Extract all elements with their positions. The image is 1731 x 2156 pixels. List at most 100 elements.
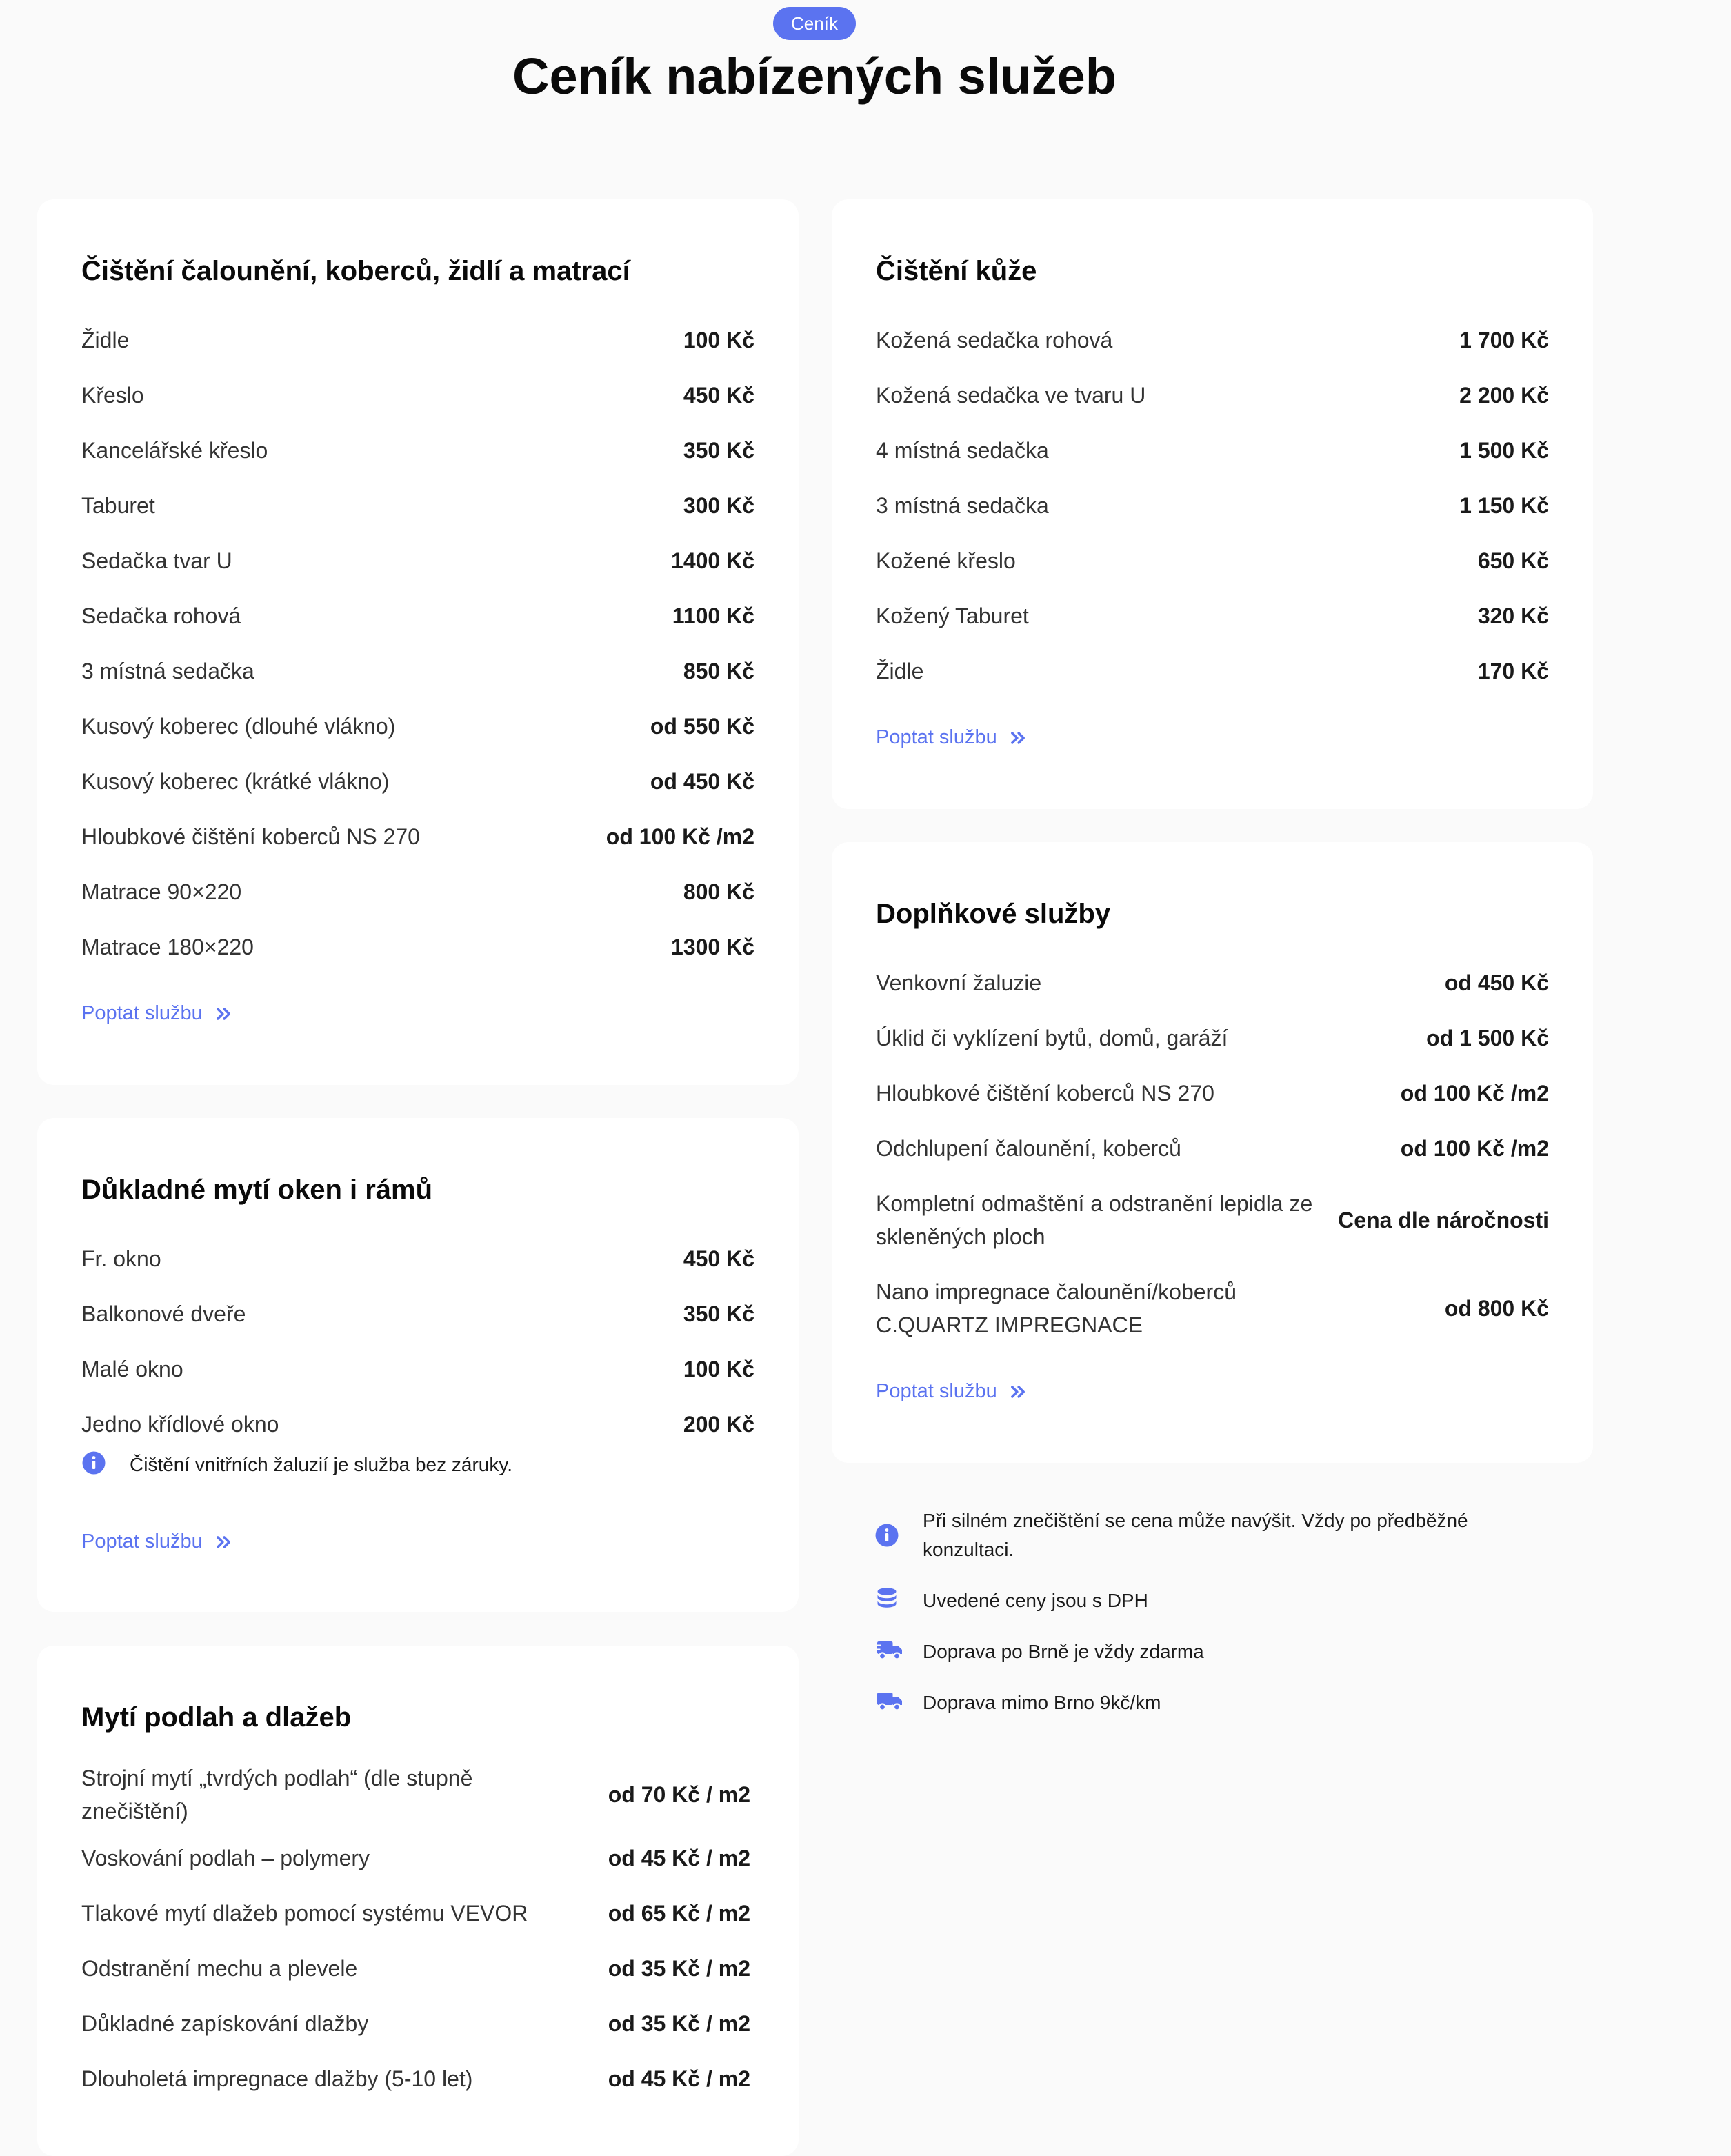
service-name: Kusový koberec (krátké vlákno) xyxy=(81,769,390,794)
service-price: 850 Kč xyxy=(683,658,754,683)
request-service-link[interactable]: Poptat službu xyxy=(876,726,1028,749)
service-name: Balkonové dveře xyxy=(81,1301,246,1326)
truck-fast-icon xyxy=(875,1641,902,1660)
price-row: Tlakové mytí dlažeb pomocí systému VEVOR… xyxy=(81,1886,750,1941)
info-note-text: Uvedené ceny jsou s DPH xyxy=(923,1590,1148,1611)
price-row: Kožený Taburet 320 Kč xyxy=(876,588,1549,643)
price-row: 3 místná sedačka 850 Kč xyxy=(81,643,754,699)
card-title: Mytí podlah a dlažeb xyxy=(81,1702,352,1733)
price-row: Matrace 90×220 800 Kč xyxy=(81,864,754,919)
service-price: 350 Kč xyxy=(683,1301,754,1326)
request-service-link[interactable]: Poptat službu xyxy=(81,1002,233,1025)
service-name: Židle xyxy=(876,659,924,683)
service-name: 3 místná sedačka xyxy=(81,659,254,683)
service-price: 1 500 Kč xyxy=(1459,437,1549,463)
price-row: 3 místná sedačka 1 150 Kč xyxy=(876,478,1549,533)
card-upholstery: Čištění čalounění, koberců, židlí a matr… xyxy=(37,199,799,1085)
info-note-text: Doprava po Brně je vždy zdarma xyxy=(923,1641,1204,1662)
cta-label: Poptat službu xyxy=(876,1380,997,1402)
info-note-price: Při silném znečištění se cena může navýš… xyxy=(874,1506,1495,1564)
service-price: 1 150 Kč xyxy=(1459,492,1549,518)
service-name: 3 místná sedačka xyxy=(876,493,1049,518)
price-row: Balkonové dveře 350 Kč xyxy=(81,1286,754,1341)
service-price: 1300 Kč xyxy=(671,934,754,959)
service-name: Taburet xyxy=(81,493,155,518)
note-text: Čištění vnitřních žaluzií je služba bez … xyxy=(130,1454,513,1475)
card-extras: Doplňkové služby Venkovní žaluzie od 450 … xyxy=(832,842,1593,1463)
price-row: Jedno křídlové okno 200 Kč xyxy=(81,1397,754,1452)
service-price: Cena dle náročnosti xyxy=(1338,1207,1549,1232)
service-price: od 450 Kč xyxy=(650,768,754,794)
price-row: Úklid či vyklízení bytů, domů, garáží od … xyxy=(876,1010,1549,1066)
service-name: Sedačka tvar U xyxy=(81,548,232,573)
price-row: Kancelářské křeslo 350 Kč xyxy=(81,423,754,478)
info-note-vat: Uvedené ceny jsou s DPH xyxy=(874,1586,1148,1615)
service-price: od 100 Kč /m2 xyxy=(1400,1135,1549,1161)
price-row: Malé okno 100 Kč xyxy=(81,1341,754,1397)
price-row: Taburet 300 Kč xyxy=(81,478,754,533)
card-title: Důkladné mytí oken i rámů xyxy=(81,1175,433,1205)
card-windows: Důkladné mytí oken i rámů Fr. okno 450 Kč… xyxy=(37,1118,799,1612)
card-leather: Čištění kůže Kožená sedačka rohová 1 700 … xyxy=(832,199,1593,809)
service-price: 2 200 Kč xyxy=(1459,382,1549,408)
service-name: Úklid či vyklízení bytů, domů, garáží xyxy=(876,1026,1228,1050)
request-service-link[interactable]: Poptat službu xyxy=(876,1380,1028,1403)
service-price: od 45 Kč / m2 xyxy=(608,2066,750,2091)
service-name: Tlakové mytí dlažeb pomocí systému VEVOR xyxy=(81,1901,528,1926)
info-note-transport-outside: Doprava mimo Brno 9kč/km xyxy=(874,1688,1161,1717)
service-price: 1100 Kč xyxy=(672,603,754,628)
price-row: Důkladné zapískování dlažby od 35 Kč / m2 xyxy=(81,1996,750,2051)
section-badge: Ceník xyxy=(773,7,856,40)
card-title: Čištění čalounění, koberců, židlí a matr… xyxy=(81,256,630,286)
info-note-transport-brno: Doprava po Brně je vždy zdarma xyxy=(874,1637,1204,1666)
service-name: Strojní mytí „tvrdých podlah“ (dle stupn… xyxy=(81,1766,473,1824)
service-price: od 800 Kč xyxy=(1444,1295,1549,1321)
double-chevron-right-icon xyxy=(216,1007,230,1020)
service-name: Nano impregnace čalounění/koberců C.QUAR… xyxy=(876,1279,1237,1337)
service-price: 450 Kč xyxy=(683,1246,754,1271)
double-chevron-right-icon xyxy=(216,1535,230,1548)
info-note-text: Při silném znečištění se cena může navýš… xyxy=(923,1510,1468,1560)
info-note-text: Doprava mimo Brno 9kč/km xyxy=(923,1692,1161,1713)
service-name: Kusový koberec (dlouhé vlákno) xyxy=(81,714,396,739)
service-price: 320 Kč xyxy=(1477,603,1549,628)
card-title: Čištění kůže xyxy=(876,256,1037,286)
service-name: Kožený Taburet xyxy=(876,603,1029,628)
service-name: Židle xyxy=(81,328,130,352)
service-name: Odchlupení čalounění, koberců xyxy=(876,1136,1181,1161)
price-row: 4 místná sedačka 1 500 Kč xyxy=(876,423,1549,478)
request-service-link[interactable]: Poptat službu xyxy=(81,1530,233,1553)
window-note: Čištění vnitřních žaluzií je služba bez … xyxy=(81,1450,512,1479)
price-row: Venkovní žaluzie od 450 Kč xyxy=(876,955,1549,1010)
service-price: 200 Kč xyxy=(683,1411,754,1437)
price-row: Kompletní odmaštění a odstranění lepidla… xyxy=(876,1176,1549,1264)
service-price: 800 Kč xyxy=(683,879,754,904)
service-name: Kompletní odmaštění a odstranění lepidla… xyxy=(876,1191,1313,1249)
service-price: od 550 Kč xyxy=(650,713,754,739)
price-row: Odstranění mechu a plevele od 35 Kč / m2 xyxy=(81,1941,750,1996)
price-row: Strojní mytí „tvrdých podlah“ (dle stupn… xyxy=(81,1759,750,1830)
service-price: od 70 Kč / m2 xyxy=(608,1781,750,1807)
service-price: 450 Kč xyxy=(683,382,754,408)
service-name: Malé okno xyxy=(81,1357,183,1381)
card-floors: Mytí podlah a dlažeb Strojní mytí „tvrdý… xyxy=(37,1646,799,2156)
service-price: 650 Kč xyxy=(1477,548,1549,573)
service-price: 300 Kč xyxy=(683,492,754,518)
price-row: Kožená sedačka ve tvaru U 2 200 Kč xyxy=(876,368,1549,423)
price-row: Křeslo 450 Kč xyxy=(81,368,754,423)
service-price: 100 Kč xyxy=(683,327,754,352)
price-row: Voskování podlah – polymery od 45 Kč / m2 xyxy=(81,1830,750,1886)
service-price: od 35 Kč / m2 xyxy=(608,2010,750,2036)
service-price: od 1 500 Kč xyxy=(1426,1025,1549,1050)
service-name: 4 místná sedačka xyxy=(876,438,1049,463)
price-row: Odchlupení čalounění, koberců od 100 Kč /… xyxy=(876,1121,1549,1176)
service-name: Hloubkové čištění koberců NS 270 xyxy=(81,824,420,849)
price-row: Kožená sedačka rohová 1 700 Kč xyxy=(876,312,1549,368)
service-price: od 100 Kč /m2 xyxy=(1400,1080,1549,1106)
service-name: Důkladné zapískování dlažby xyxy=(81,2011,369,2036)
service-name: Dlouholetá impregnace dlažby (5-10 let) xyxy=(81,2066,473,2091)
coins-icon xyxy=(877,1588,897,1608)
service-name: Venkovní žaluzie xyxy=(876,970,1042,995)
info-icon xyxy=(82,1451,106,1475)
price-row: Matrace 180×220 1300 Kč xyxy=(81,919,754,975)
